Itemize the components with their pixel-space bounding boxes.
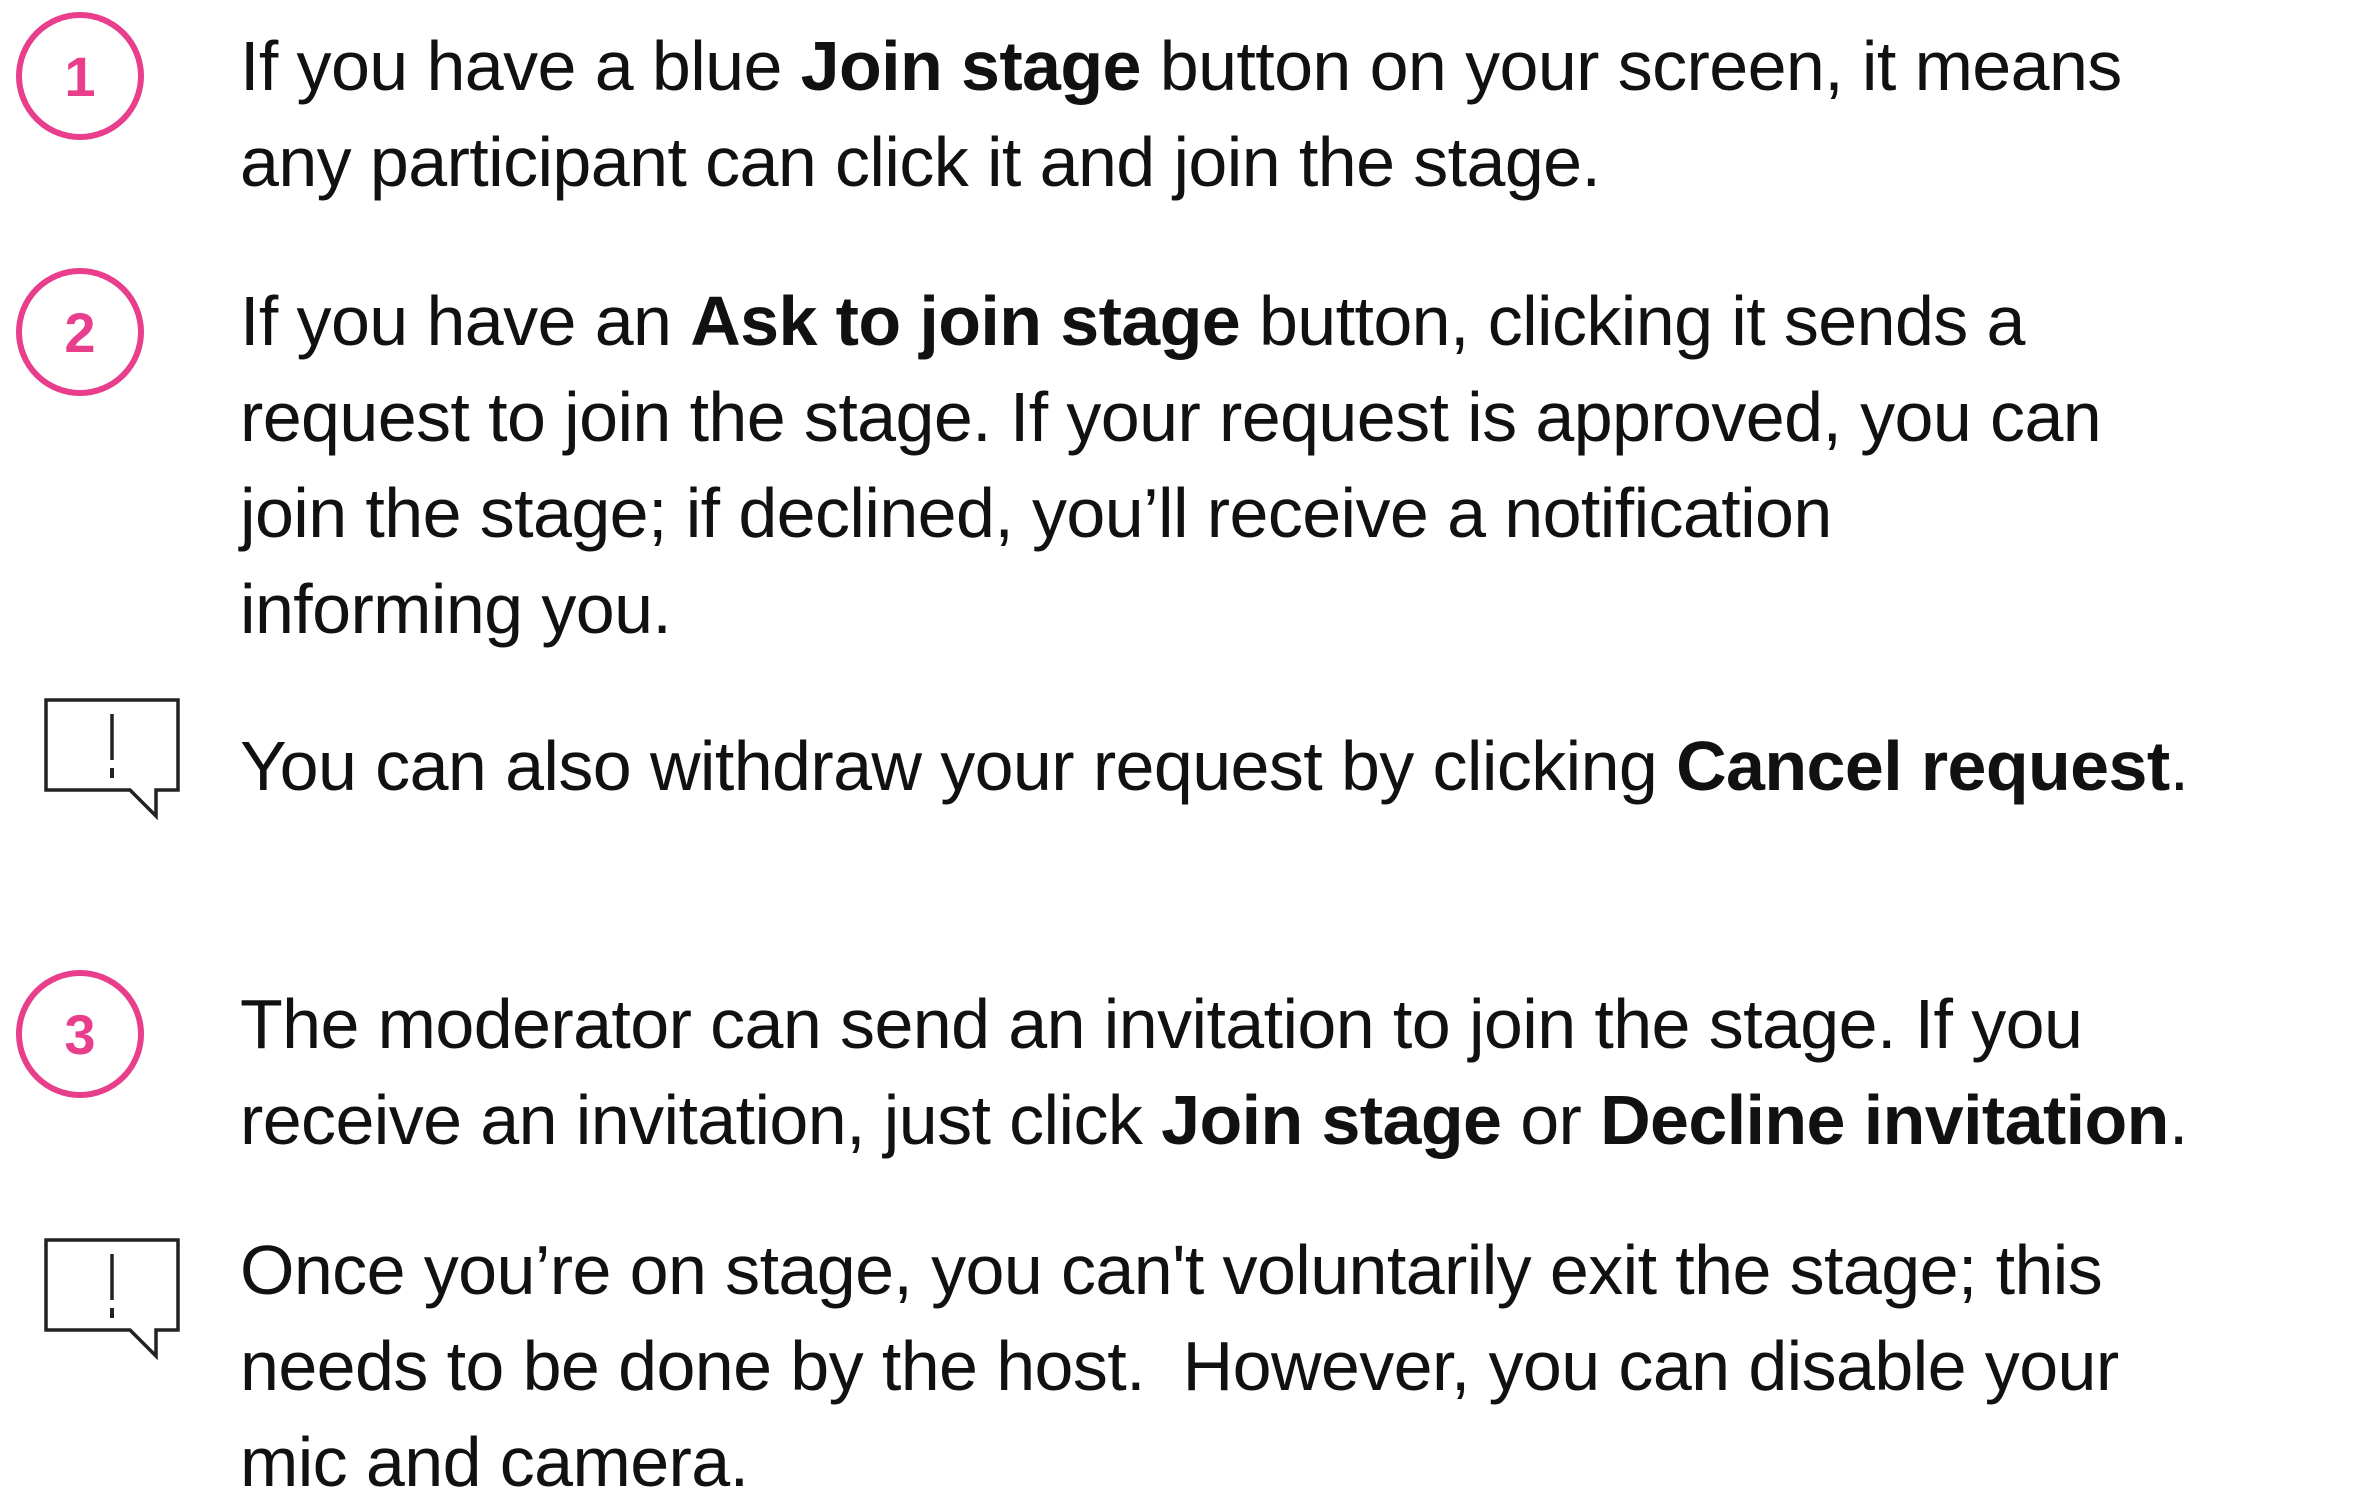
text-line: request to join the stage. If your reque… [240, 378, 2102, 456]
alert-speech-bubble-icon [44, 1238, 180, 1361]
step-number: 3 [64, 1002, 96, 1066]
text-run: You can also withdraw your request by cl… [240, 727, 1677, 805]
step-text: The moderator can send an invitation to … [240, 976, 2360, 1168]
text-line: mic and camera. [240, 1423, 749, 1501]
alert-speech-bubble-icon [44, 698, 180, 821]
bold-term: Decline invitation [1600, 1081, 2169, 1159]
text-line: any participant can click it and join th… [240, 123, 1601, 201]
step-number-badge: 3 [16, 970, 144, 1098]
text-line: needs to be done by the host. However, y… [240, 1327, 2119, 1405]
step-number: 1 [64, 44, 96, 108]
step-number: 2 [64, 300, 96, 364]
bold-term: Join stage [800, 27, 1142, 105]
text-run: or [1501, 1081, 1601, 1159]
text-line: Once you’re on stage, you can't voluntar… [240, 1231, 2103, 1309]
step-number-badge: 2 [16, 268, 144, 396]
step-number-badge: 1 [16, 12, 144, 140]
text-line: informing you. [240, 570, 672, 648]
text-run: any participant can click it and join th… [240, 123, 1601, 201]
text-line: If you have an Ask to join stage button,… [240, 282, 2025, 360]
text-line: receive an invitation, just click Join s… [240, 1081, 2188, 1159]
text-run: If you have a blue [240, 27, 801, 105]
text-run: button, clicking it sends a [1240, 282, 2026, 360]
bold-term: Join stage [1161, 1081, 1502, 1159]
bold-term: Cancel request [1676, 727, 2170, 805]
text-line: join the stage; if declined, you’ll rece… [240, 474, 1832, 552]
text-run: . [2168, 1081, 2188, 1159]
text-run: If you have an [240, 282, 691, 360]
step-text: If you have an Ask to join stage button,… [240, 273, 2360, 657]
text-run: button on your screen, it means [1140, 27, 2123, 105]
text-line: If you have a blue Join stage button on … [240, 27, 2122, 105]
text-run: . [2169, 727, 2189, 805]
bold-term: Ask to join stage [690, 282, 1241, 360]
note-text: You can also withdraw your request by cl… [240, 718, 2360, 814]
step-text: If you have a blue Join stage button on … [240, 18, 2360, 210]
text-line: The moderator can send an invitation to … [240, 985, 2083, 1063]
note-text: Once you’re on stage, you can't voluntar… [240, 1222, 2360, 1510]
text-run: receive an invitation, just click [240, 1081, 1162, 1159]
